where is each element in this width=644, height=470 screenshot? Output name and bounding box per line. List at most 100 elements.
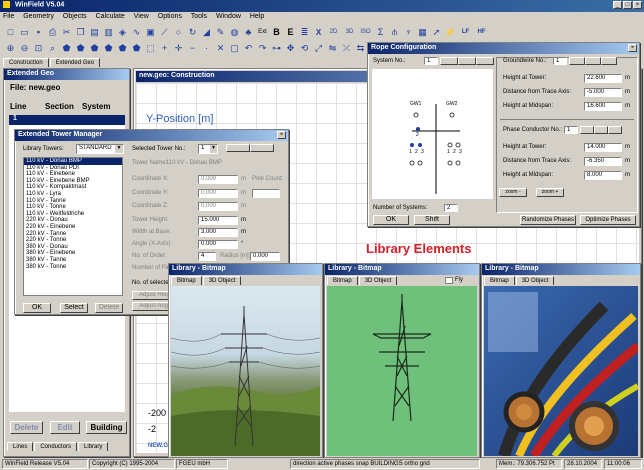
tower-next-button[interactable] [250, 144, 274, 152]
bold-e-button[interactable]: E [284, 26, 297, 39]
cross-icon[interactable]: ✕ [214, 42, 227, 55]
tree-icon[interactable]: ♣ [242, 26, 255, 39]
tower-list-item[interactable]: 110 kV - Donau PDI [24, 165, 122, 172]
tower-list-item[interactable]: 110 kV - Einebene [24, 171, 122, 178]
menu-geometry[interactable]: Geometry [23, 13, 54, 20]
groundwire-next-button[interactable] [585, 57, 601, 65]
zoom-plus-button[interactable]: zoom + [536, 188, 564, 197]
system-prev-button[interactable] [440, 57, 458, 65]
rope-ok-button[interactable]: OK [373, 215, 409, 225]
select-icon[interactable]: ⬚ [144, 42, 157, 55]
shift-button[interactable]: Shift [414, 215, 450, 225]
menu-tools[interactable]: Tools [191, 13, 207, 20]
pole-count-field[interactable] [252, 189, 280, 198]
mast-icon[interactable]: ♆ [402, 26, 415, 39]
tower-select-button[interactable]: Select [60, 303, 88, 313]
bitmap3-tab-3d-object[interactable]: 3D Object [515, 276, 555, 285]
tower-list-item[interactable]: 380 kV - Tonne [24, 264, 122, 271]
view-2d-button[interactable]: 2D [326, 26, 341, 39]
menu-calculate[interactable]: Calculate [96, 13, 125, 20]
shape-6-icon[interactable]: ⬟ [130, 42, 143, 55]
rotate-icon[interactable]: ⟲ [298, 42, 311, 55]
menu-window[interactable]: Window [216, 13, 241, 20]
coord-y-field[interactable]: 0.000 [198, 189, 238, 198]
tower-list-item[interactable]: 220 kV - Einebene [24, 224, 122, 231]
point-icon[interactable]: · [200, 42, 213, 55]
tower-list-item[interactable]: 220 kV - Donau [24, 217, 122, 224]
redo-icon[interactable]: ↷ [256, 42, 269, 55]
tower-list-item[interactable]: 380 kV - Tanne [24, 257, 122, 264]
chevron-down-icon[interactable]: ▼ [210, 145, 217, 153]
system-no-field[interactable]: 1 [424, 57, 438, 65]
ph-height-field[interactable]: 14.000 [584, 143, 622, 152]
move-icon[interactable]: ✥ [284, 42, 297, 55]
tower-list-item[interactable]: 380 kV - Einebene [24, 250, 122, 257]
tower-manager-close-button[interactable]: × [277, 131, 286, 139]
sum-icon[interactable]: Σ [374, 26, 387, 39]
menu-objects[interactable]: Objects [63, 13, 87, 20]
rope-config-close-button[interactable]: × [628, 44, 637, 52]
number-systems-field[interactable]: 2 [444, 204, 458, 212]
arrow-icon[interactable]: ➚ [430, 26, 443, 39]
ph-distance-field[interactable]: -6.350 [584, 157, 622, 166]
tab-conductors[interactable]: Conductors [34, 442, 78, 451]
bold-b-button[interactable]: B [270, 26, 283, 39]
polyline-icon[interactable]: ⟋ [158, 26, 171, 39]
hf-button[interactable]: HF [474, 26, 489, 39]
pen-icon[interactable]: ✎ [214, 26, 227, 39]
selected-tower-select[interactable]: 1 ▼ [198, 144, 218, 154]
tower-list-item[interactable]: 110 kV - Lyra [24, 191, 122, 198]
mirror-icon[interactable]: ⇋ [326, 42, 339, 55]
bitmap3-tab-bitmap[interactable]: Bitmap [484, 276, 515, 285]
tower-list-item[interactable]: 220 kV - Tonne [24, 237, 122, 244]
view-iso-button[interactable]: ISO [358, 26, 373, 39]
tower-list-item[interactable]: 110 kV - Donau BMP [24, 158, 122, 165]
chevron-down-icon[interactable]: ▼ [115, 145, 123, 153]
ph-midspan-field[interactable]: 8.000 [584, 171, 622, 180]
cut-icon[interactable]: ✂ [60, 26, 73, 39]
new-file-icon[interactable]: □ [4, 26, 17, 39]
shape-2-icon[interactable]: ⬟ [74, 42, 87, 55]
towers-list[interactable]: 110 kV - Donau BMP 110 kV - Donau PDI 11… [23, 157, 123, 296]
building-button[interactable]: Building [86, 421, 127, 434]
gw-midspan-field[interactable]: 16.600 [584, 102, 622, 111]
bitmap2-tab-3d-object[interactable]: 3D Object [358, 276, 398, 285]
shape-5-icon[interactable]: ⬟ [116, 42, 129, 55]
link-icon[interactable]: ⊶ [270, 42, 283, 55]
shape-1-icon[interactable]: ⬟ [60, 42, 73, 55]
gw-height-field[interactable]: 22.600 [584, 74, 622, 83]
tower-ok-button[interactable]: OK [23, 303, 51, 313]
system-next-button[interactable] [458, 57, 476, 65]
shape-4-icon[interactable]: ⬟ [102, 42, 115, 55]
tab-library[interactable]: Library [78, 442, 109, 451]
print-icon[interactable]: ⎙ [46, 26, 59, 39]
menu-file[interactable]: File [3, 13, 14, 20]
layers-icon[interactable]: ≣ [298, 26, 311, 39]
split-icon[interactable]: ⤫ [340, 42, 353, 55]
tower-list-item[interactable]: 110 kV - Einebene BMP [24, 178, 122, 185]
zoom-out-icon[interactable]: ⊖ [18, 42, 31, 55]
view-3d-button[interactable]: 3D [342, 26, 357, 39]
zoom-extent-icon[interactable]: ⌕ [46, 42, 59, 55]
bitmap2-tab-bitmap[interactable]: Bitmap [327, 276, 358, 285]
gw-distance-field[interactable]: -5.000 [584, 88, 622, 97]
open-file-icon[interactable]: ▭ [18, 26, 31, 39]
width-base-field[interactable]: 3.000 [198, 228, 238, 237]
phase-prev-button[interactable] [580, 126, 594, 134]
zoom-minus-button[interactable]: zoom - [499, 188, 527, 197]
wave-icon[interactable]: ∿ [130, 26, 143, 39]
undo-icon[interactable]: ↶ [242, 42, 255, 55]
lightning-icon[interactable]: ⚡ [444, 26, 457, 39]
groundwire-field[interactable]: 1 [553, 57, 567, 65]
menu-view[interactable]: View [134, 13, 149, 20]
curve-icon[interactable]: ↻ [186, 26, 199, 39]
no-order-field[interactable]: 4 [198, 252, 216, 261]
tower-list-item[interactable]: 110 kV - Tonne [24, 204, 122, 211]
tower-list-item[interactable]: 380 kV - Donau [24, 244, 122, 251]
optimize-phases-button[interactable]: Optimize Phases [580, 215, 636, 225]
zoom-in-icon[interactable]: ⊕ [4, 42, 17, 55]
minimize-button[interactable]: _ [613, 1, 622, 9]
grid-icon[interactable]: ▦ [416, 26, 429, 39]
rect-icon[interactable]: ▢ [228, 42, 241, 55]
delete-line-button[interactable]: Delete [10, 421, 43, 434]
